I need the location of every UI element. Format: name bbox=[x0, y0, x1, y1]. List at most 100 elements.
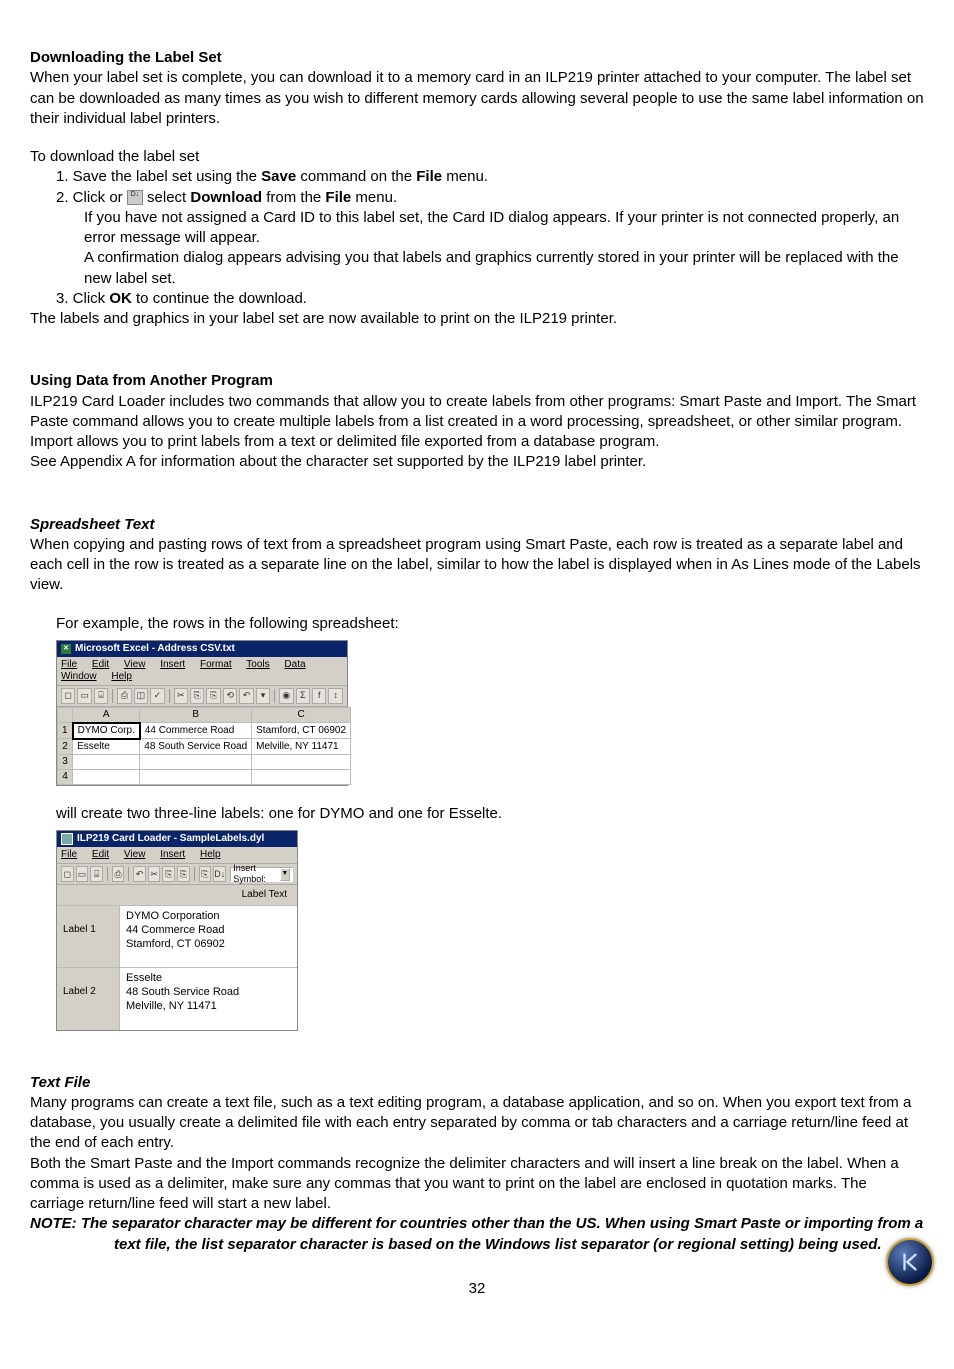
save-icon[interactable]: ⌸ bbox=[90, 866, 103, 882]
excel-col-c[interactable]: C bbox=[252, 707, 351, 723]
preview-icon[interactable]: ◫ bbox=[134, 688, 148, 704]
cell-b1[interactable]: 44 Commerce Road bbox=[140, 723, 252, 739]
excel-menu-insert[interactable]: Insert bbox=[160, 659, 191, 670]
loader-menu-file[interactable]: File bbox=[61, 849, 83, 860]
autosum-icon[interactable]: Σ bbox=[296, 688, 310, 704]
paste-icon[interactable]: ⎘ bbox=[177, 866, 190, 882]
list-item: Label 1 DYMO Corporation 44 Commerce Roa… bbox=[57, 905, 297, 967]
excel-col-a[interactable]: A bbox=[73, 707, 140, 723]
step-2: 2. Click or D↓ select Download from the … bbox=[30, 188, 924, 208]
loader-menu-help[interactable]: Help bbox=[200, 849, 227, 860]
hyperlink-icon[interactable]: ◉ bbox=[279, 688, 293, 704]
cell-c2[interactable]: Melville, NY 11471 bbox=[252, 739, 351, 755]
cell-c1[interactable]: Stamford, CT 06902 bbox=[252, 723, 351, 739]
excel-corner[interactable] bbox=[58, 707, 73, 723]
open-icon[interactable]: ▭ bbox=[76, 866, 89, 882]
toolbar-separator bbox=[194, 867, 195, 881]
excel-row-3[interactable]: 3 bbox=[58, 754, 73, 769]
label-2-text[interactable]: Esselte 48 South Service Road Melville, … bbox=[119, 968, 297, 1029]
cut-icon[interactable]: ✂ bbox=[174, 688, 188, 704]
cell-b3[interactable] bbox=[140, 754, 252, 769]
copy-icon[interactable]: ⎘ bbox=[162, 866, 175, 882]
print-icon[interactable]: ⎙ bbox=[112, 866, 125, 882]
cell-c3[interactable] bbox=[252, 754, 351, 769]
toolbar-separator bbox=[274, 689, 275, 703]
dropdown-icon[interactable]: ▾ bbox=[256, 688, 270, 704]
copy-icon[interactable]: ⎘ bbox=[190, 688, 204, 704]
excel-menu-view[interactable]: View bbox=[124, 659, 152, 670]
step-3: 3. Click OK to continue the download. bbox=[30, 289, 924, 309]
excel-menu-tools[interactable]: Tools bbox=[246, 659, 275, 670]
undo-icon[interactable]: ↶ bbox=[133, 866, 146, 882]
label-1-text[interactable]: DYMO Corporation 44 Commerce Road Stamfo… bbox=[119, 906, 297, 967]
undo-icon[interactable]: ↶ bbox=[239, 688, 253, 704]
excel-menu-format[interactable]: Format bbox=[200, 659, 238, 670]
function-icon[interactable]: f bbox=[312, 688, 326, 704]
cell-c4[interactable] bbox=[252, 769, 351, 784]
new-icon[interactable]: ◻ bbox=[61, 866, 74, 882]
para-will-create: will create two three-line labels: one f… bbox=[30, 804, 924, 824]
para-using-data-1: ILP219 Card Loader includes two commands… bbox=[30, 392, 924, 453]
print-icon[interactable]: ⎙ bbox=[117, 688, 131, 704]
excel-col-b[interactable]: B bbox=[140, 707, 252, 723]
spellcheck-icon[interactable]: ✓ bbox=[150, 688, 164, 704]
new-icon[interactable]: ◻ bbox=[61, 688, 75, 704]
cell-b4[interactable] bbox=[140, 769, 252, 784]
step-1-save: Save bbox=[261, 168, 296, 185]
excel-row-1[interactable]: 1 bbox=[58, 723, 73, 739]
step-2-note-2: A confirmation dialog appears advising y… bbox=[30, 248, 924, 289]
table-row: 1 DYMO Corp. 44 Commerce Road Stamford, … bbox=[58, 723, 351, 739]
excel-menu-edit[interactable]: Edit bbox=[92, 659, 115, 670]
toolbar-separator bbox=[112, 689, 113, 703]
excel-row-2[interactable]: 2 bbox=[58, 739, 73, 755]
heading-spreadsheet-text: Spreadsheet Text bbox=[30, 515, 924, 535]
loader-window: ILP219 Card Loader - SampleLabels.dyl Fi… bbox=[56, 830, 298, 1031]
cut-icon[interactable]: ✂ bbox=[148, 866, 161, 882]
loader-menu-insert[interactable]: Insert bbox=[160, 849, 191, 860]
label-1-name: Label 1 bbox=[57, 906, 119, 967]
paste-icon[interactable]: ⎘ bbox=[206, 688, 220, 704]
cell-a1[interactable]: DYMO Corp. bbox=[73, 723, 140, 739]
loader-titlebar: ILP219 Card Loader - SampleLabels.dyl bbox=[57, 831, 297, 847]
cell-a2[interactable]: Esselte bbox=[73, 739, 140, 755]
download-icon[interactable]: D↓ bbox=[213, 866, 226, 882]
cell-a4[interactable] bbox=[73, 769, 140, 784]
loader-menu-edit[interactable]: Edit bbox=[92, 849, 115, 860]
cell-a3[interactable] bbox=[73, 754, 140, 769]
first-page-icon bbox=[899, 1251, 921, 1273]
cell-b2[interactable]: 48 South Service Road bbox=[140, 739, 252, 755]
step-2-pre: 2. Click or bbox=[56, 189, 127, 206]
loader-column-header: Label Text bbox=[57, 885, 297, 905]
step-3-pre: 3. Click bbox=[56, 290, 109, 307]
loader-body: Label Text Label 1 DYMO Corporation 44 C… bbox=[57, 885, 297, 1030]
excel-menu-help[interactable]: Help bbox=[111, 671, 138, 682]
heading-downloading: Downloading the Label Set bbox=[30, 48, 924, 68]
para-spreadsheet-1: When copying and pasting rows of text fr… bbox=[30, 535, 924, 596]
step-1-pre: 1. Save the label set using the bbox=[56, 168, 261, 185]
table-row: 4 bbox=[58, 769, 351, 784]
step-1: 1. Save the label set using the Save com… bbox=[30, 167, 924, 187]
step-1-post: menu. bbox=[442, 168, 488, 185]
step-2-download: Download bbox=[190, 189, 262, 206]
para-intro-1: When your label set is complete, you can… bbox=[30, 68, 924, 129]
para-text-file-1: Many programs can create a text file, su… bbox=[30, 1093, 924, 1154]
save-icon[interactable]: ⌸ bbox=[94, 688, 108, 704]
toolbar-separator bbox=[169, 689, 170, 703]
step-2-post: menu. bbox=[351, 189, 397, 206]
smart-paste-icon[interactable]: ⎘ bbox=[199, 866, 212, 882]
excel-menu-window[interactable]: Window bbox=[61, 671, 103, 682]
list-item: Label 2 Esselte 48 South Service Road Me… bbox=[57, 967, 297, 1029]
excel-row-4[interactable]: 4 bbox=[58, 769, 73, 784]
excel-grid: A B C 1 DYMO Corp. 44 Commerce Road Stam… bbox=[57, 707, 351, 785]
insert-symbol-label: Insert Symbol: bbox=[233, 863, 276, 885]
excel-menu-data[interactable]: Data bbox=[284, 659, 311, 670]
open-icon[interactable]: ▭ bbox=[77, 688, 91, 704]
sort-icon[interactable]: ↕ bbox=[328, 688, 342, 704]
format-painter-icon[interactable]: ⟲ bbox=[223, 688, 237, 704]
insert-symbol-combo[interactable]: Insert Symbol: ▼ bbox=[230, 867, 293, 882]
step-2-file: File bbox=[325, 189, 351, 206]
loader-menu-view[interactable]: View bbox=[124, 849, 152, 860]
navigate-back-button[interactable] bbox=[886, 1238, 934, 1286]
excel-menu-file[interactable]: File bbox=[61, 659, 83, 670]
excel-menubar: File Edit View Insert Format Tools Data … bbox=[57, 657, 347, 686]
